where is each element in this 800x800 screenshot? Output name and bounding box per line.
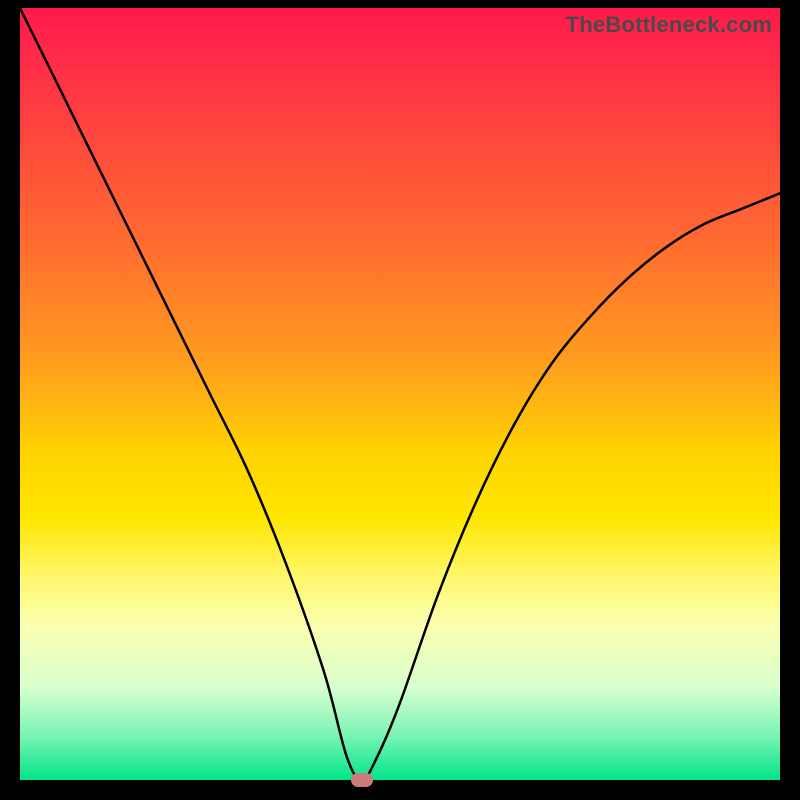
optimal-marker <box>351 773 373 787</box>
curve-svg <box>20 8 780 780</box>
chart-frame: TheBottleneck.com <box>0 0 800 800</box>
plot-area: TheBottleneck.com <box>20 8 780 780</box>
bottleneck-curve-path <box>20 8 780 780</box>
